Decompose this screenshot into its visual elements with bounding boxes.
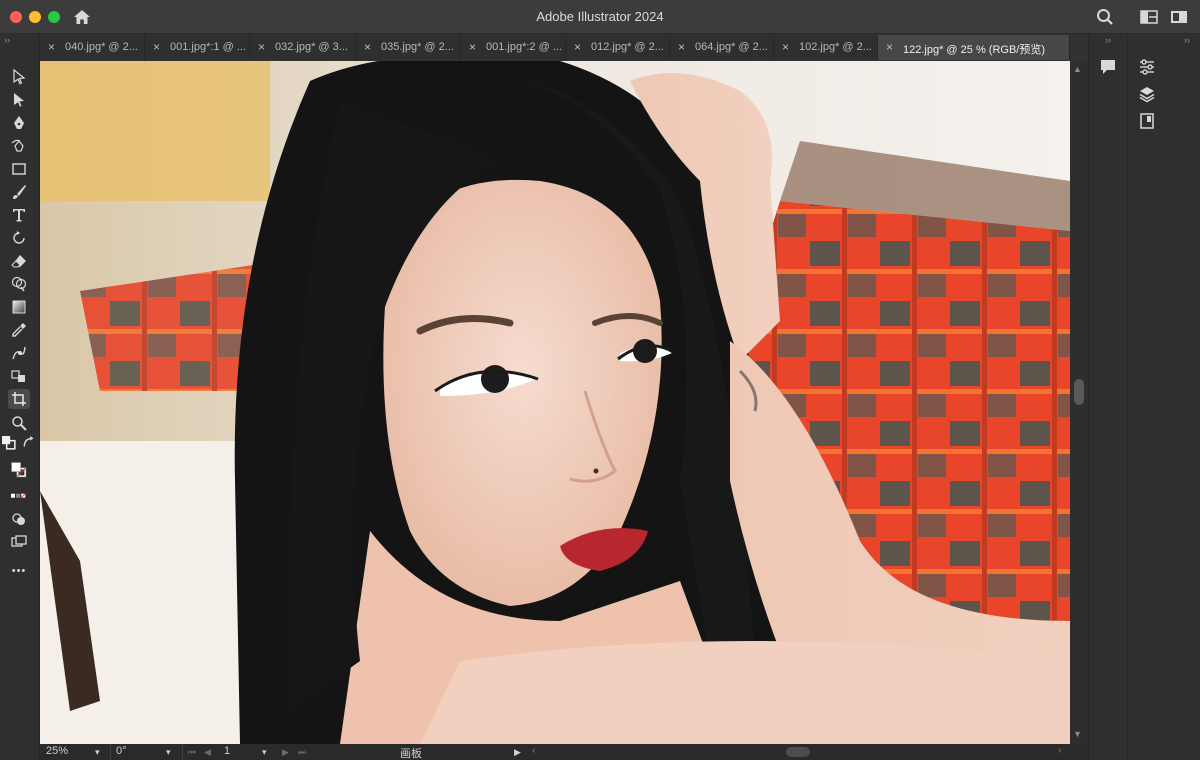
scroll-down-icon[interactable]: ▼ bbox=[1073, 729, 1082, 739]
tab-label: 035.jpg* @ 2... bbox=[381, 41, 454, 53]
workspace-layout-icon[interactable] bbox=[1140, 9, 1158, 25]
swap-fill-stroke-icon[interactable] bbox=[22, 436, 36, 449]
tab-document[interactable]: × 040.jpg* @ 2... bbox=[40, 35, 145, 60]
tab-document[interactable]: × 001.jpg*:1 @ ... bbox=[145, 35, 250, 60]
tab-label: 012.jpg* @ 2... bbox=[591, 41, 664, 53]
screen-mode-icon[interactable] bbox=[8, 532, 30, 552]
close-icon[interactable]: × bbox=[886, 40, 893, 54]
tab-document[interactable]: × 102.jpg* @ 2... bbox=[774, 35, 878, 60]
default-fill-stroke-icon[interactable] bbox=[2, 436, 16, 450]
share-icon[interactable] bbox=[1170, 9, 1188, 25]
next-artboard-icon[interactable]: ▶ bbox=[282, 747, 289, 758]
status-bar: 25% ▾ 0° ▾ ⏮ ◀ 1 ▾ ▶ ⏭ 画板 ▶ ‹ › bbox=[40, 744, 1088, 760]
layers-icon[interactable] bbox=[1137, 84, 1157, 104]
artboard-dropdown-icon[interactable]: ▾ bbox=[262, 747, 267, 758]
puppet-warp-tool-icon[interactable] bbox=[8, 343, 30, 363]
tab-label: 001.jpg*:2 @ ... bbox=[486, 41, 562, 53]
last-artboard-icon[interactable]: ⏭ bbox=[298, 747, 306, 758]
tab-document[interactable]: × 064.jpg* @ 2... bbox=[670, 35, 774, 60]
vertical-scrollbar[interactable]: ▲ ▼ bbox=[1070, 61, 1088, 744]
gradient-tool-icon[interactable] bbox=[8, 297, 30, 317]
zoom-level-field[interactable]: 25% bbox=[46, 745, 68, 757]
perspective-tool-icon[interactable] bbox=[8, 366, 30, 386]
fill-swatch[interactable] bbox=[4, 455, 34, 485]
selection-tool-icon[interactable] bbox=[8, 67, 30, 87]
collapse-dock-button[interactable]: ›› bbox=[1184, 35, 1190, 45]
artboard-tool-icon[interactable] bbox=[8, 389, 30, 409]
rotation-dropdown-icon[interactable]: ▾ bbox=[166, 747, 171, 758]
close-icon[interactable]: × bbox=[153, 40, 160, 54]
rotation-field[interactable]: 0° bbox=[116, 745, 127, 757]
libraries-icon[interactable] bbox=[1137, 111, 1157, 131]
artboard-label: 画板 bbox=[400, 748, 422, 760]
horizontal-scroll-thumb[interactable] bbox=[786, 747, 810, 757]
tools-panel: ›› ••• bbox=[0, 35, 40, 760]
title-bar: Adobe Illustrator 2024 bbox=[0, 0, 1200, 34]
artboard-canvas[interactable] bbox=[40, 61, 1070, 744]
edit-toolbar-button[interactable]: ••• bbox=[8, 561, 30, 581]
tab-label: 102.jpg* @ 2... bbox=[799, 41, 872, 53]
rotate-tool-icon[interactable] bbox=[8, 228, 30, 248]
artboard-number-field[interactable]: 1 bbox=[224, 745, 230, 757]
tab-document[interactable]: × 032.jpg* @ 3... bbox=[250, 35, 356, 60]
tab-label: 040.jpg* @ 2... bbox=[65, 41, 138, 53]
paintbrush-tool-icon[interactable] bbox=[8, 182, 30, 202]
eyedropper-tool-icon[interactable] bbox=[8, 320, 30, 340]
collapse-dock-button[interactable]: ›› bbox=[1105, 35, 1111, 45]
scroll-left-icon[interactable]: ‹ bbox=[532, 745, 535, 756]
tab-label: 001.jpg*:1 @ ... bbox=[170, 41, 246, 53]
close-icon[interactable]: × bbox=[574, 40, 581, 54]
tab-document[interactable]: × 012.jpg* @ 2... bbox=[566, 35, 670, 60]
close-icon[interactable]: × bbox=[258, 40, 265, 54]
tab-document[interactable]: × 001.jpg*:2 @ ... bbox=[461, 35, 566, 60]
zoom-dropdown-icon[interactable]: ▾ bbox=[95, 747, 100, 758]
color-mode-buttons[interactable] bbox=[5, 491, 33, 501]
comments-dock: ›› bbox=[1088, 35, 1126, 760]
close-icon[interactable]: × bbox=[469, 40, 476, 54]
properties-icon[interactable] bbox=[1137, 57, 1157, 77]
panels-dock: ›› bbox=[1127, 35, 1200, 760]
status-menu-icon[interactable]: ▶ bbox=[514, 747, 521, 758]
pen-tool-icon[interactable] bbox=[8, 113, 30, 133]
app-title: Adobe Illustrator 2024 bbox=[536, 9, 664, 24]
search-icon[interactable] bbox=[1096, 8, 1114, 26]
tab-document[interactable]: × 035.jpg* @ 2... bbox=[356, 35, 461, 60]
close-icon[interactable]: × bbox=[782, 40, 789, 54]
tab-label: 122.jpg* @ 25 % (RGB/预览) bbox=[903, 44, 1045, 56]
close-icon[interactable]: × bbox=[48, 40, 55, 54]
collapse-toolbar-button[interactable]: ›› bbox=[4, 35, 10, 45]
scroll-thumb[interactable] bbox=[1074, 379, 1084, 405]
scroll-right-icon[interactable]: › bbox=[1058, 745, 1061, 756]
rectangle-tool-icon[interactable] bbox=[8, 159, 30, 179]
scroll-up-icon[interactable]: ▲ bbox=[1073, 64, 1082, 74]
shape-builder-tool-icon[interactable] bbox=[8, 274, 30, 294]
document-tabs: × 040.jpg* @ 2... × 001.jpg*:1 @ ... × 032.… bbox=[40, 35, 1070, 60]
placed-photo bbox=[40, 61, 1070, 744]
tab-label: 064.jpg* @ 2... bbox=[695, 41, 768, 53]
zoom-tool-icon[interactable] bbox=[8, 413, 30, 433]
previous-artboard-icon[interactable]: ◀ bbox=[204, 747, 211, 758]
tab-document-active[interactable]: × 122.jpg* @ 25 % (RGB/预览) bbox=[878, 35, 1070, 60]
direct-selection-tool-icon[interactable] bbox=[8, 90, 30, 110]
close-icon[interactable]: × bbox=[364, 40, 371, 54]
divider bbox=[110, 744, 111, 760]
first-artboard-icon[interactable]: ⏮ bbox=[188, 747, 196, 758]
curvature-tool-icon[interactable] bbox=[8, 136, 30, 156]
type-tool-icon[interactable] bbox=[8, 205, 30, 225]
eraser-tool-icon[interactable] bbox=[8, 251, 30, 271]
tab-label: 032.jpg* @ 3... bbox=[275, 41, 348, 53]
drawing-mode-icon[interactable] bbox=[8, 509, 30, 529]
divider bbox=[182, 744, 183, 760]
close-icon[interactable]: × bbox=[678, 40, 685, 54]
comments-icon[interactable] bbox=[1098, 57, 1118, 77]
